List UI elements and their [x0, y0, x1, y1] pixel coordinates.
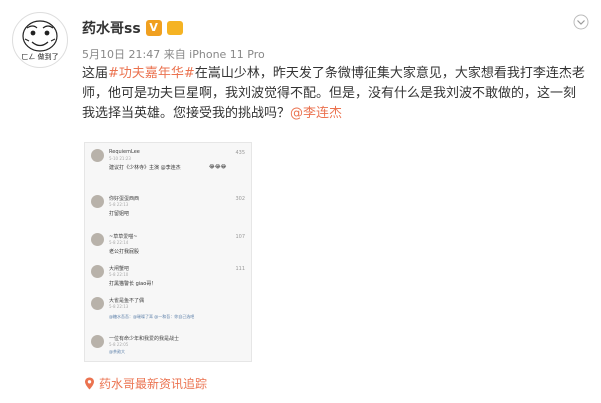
- chevron-down-icon[interactable]: [573, 14, 589, 30]
- like-count: 435: [235, 150, 245, 156]
- author-name[interactable]: 药水哥ss: [82, 18, 141, 38]
- vip-badge-icon: [166, 21, 183, 35]
- post-meta: 5月10日 21:47 来自 iPhone 11 Pro: [82, 48, 265, 61]
- like-count: 107: [235, 234, 245, 240]
- author-avatar[interactable]: ㄈㄥ 做到了: [12, 12, 68, 68]
- hashtag-link[interactable]: #功夫嘉年华#: [108, 66, 195, 81]
- comment-item: ~草草爱喵~ 5-8 22:14 107 老公打我屁股: [91, 233, 247, 267]
- comment-time: 5-8 22:10: [109, 272, 129, 277]
- mention-link[interactable]: @李连杰: [290, 106, 342, 121]
- like-count: 111: [235, 266, 245, 272]
- post-text-prefix: 这届: [82, 66, 109, 81]
- like-count: 302: [235, 196, 245, 202]
- commenter-avatar: [91, 335, 104, 348]
- verified-badge-icon: V: [145, 20, 162, 36]
- comment-item: 大雀是鱼不了偶 5-8 22:13 @糖水吾吾：@璀璨了耳 @一和吾：你自己选吧: [91, 297, 247, 333]
- commenter-avatar: [91, 297, 104, 310]
- reply-line: @糖水吾吾：@璀璨了耳 @一和吾：你自己选吧: [109, 314, 195, 319]
- comment-body: 建议打《少林寺》主演 @李连杰: [109, 165, 181, 171]
- comment-time: 5-8 22:13: [109, 304, 129, 309]
- location-pin-icon: [85, 377, 94, 390]
- commenter-avatar: [91, 265, 104, 278]
- commenter-name: 一位有命少年和我爱的我是战士: [109, 336, 180, 342]
- commenter-avatar: [91, 233, 104, 246]
- comment-time: 5-10 21:23: [109, 156, 131, 161]
- laugh-emoji-icon: 😂😂😂: [209, 164, 227, 170]
- comment-item: 你好蛋蛋西西 5-8 22:13 302 打留姐吧: [91, 195, 247, 229]
- meme-face-icon: [22, 20, 58, 52]
- author-row: 药水哥ss V: [82, 18, 183, 38]
- post-text: 这届#功夫嘉年华#在嵩山少林，昨天发了条微博征集大家意见，大家想看我打李连杰老师…: [82, 64, 587, 124]
- commenter-name: ~草草爱喵~: [109, 234, 138, 240]
- location-footer[interactable]: 药水哥最新资讯追踪: [84, 375, 207, 392]
- reply-line: @茶勋大: [109, 349, 125, 354]
- commenter-name: RequiemLee: [109, 149, 140, 155]
- commenter-avatar: [91, 149, 104, 162]
- comment-time: 5-8 22:13: [109, 202, 129, 207]
- comment-item: 大闸蟹吧 5-8 22:10 111 打黑猫警长 giao哥！: [91, 265, 247, 299]
- comment-screenshot-image[interactable]: RequiemLee 5-10 21:23 435 建议打《少林寺》主演 @李连…: [84, 142, 252, 362]
- comment-time: 5-8 22:14: [109, 240, 129, 245]
- comment-body: 老公打我屁股: [109, 249, 140, 255]
- footer-label: 药水哥最新资讯追踪: [99, 377, 208, 391]
- weibo-post-card: ㄈㄥ 做到了 药水哥ss V 5月10日 21:47 来自 iPhone 11 …: [0, 0, 601, 403]
- commenter-name: 你好蛋蛋西西: [109, 196, 140, 202]
- comment-time: 5-8 22:05: [109, 342, 129, 347]
- avatar-caption: ㄈㄥ 做到了: [21, 53, 59, 61]
- comment-body: 打留姐吧: [109, 211, 130, 217]
- commenter-name: 大雀是鱼不了偶: [109, 298, 145, 304]
- commenter-avatar: [91, 195, 104, 208]
- comment-item: RequiemLee 5-10 21:23 435 建议打《少林寺》主演 @李连…: [91, 149, 247, 183]
- comment-body: 打黑猫警长 giao哥！: [109, 281, 157, 287]
- comment-item: 一位有命少年和我爱的我是战士 5-8 22:05 @茶勋大: [91, 335, 247, 359]
- commenter-name: 大闸蟹吧: [109, 266, 130, 272]
